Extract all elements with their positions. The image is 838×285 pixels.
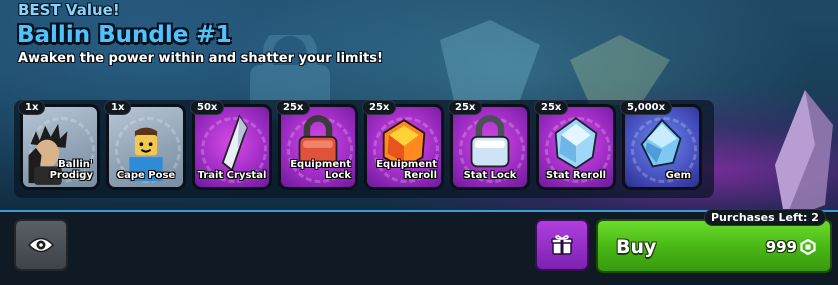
item-name: Gem bbox=[665, 170, 691, 181]
bundle-offer-panel: BEST Value! Ballin Bundle #1 Awaken the … bbox=[0, 0, 838, 285]
item-name: Equipment Lock bbox=[290, 159, 351, 181]
item-quantity: 5,000x bbox=[620, 100, 673, 115]
item-name: Stat Reroll bbox=[545, 170, 607, 181]
reward-item[interactable]: 25x Equipment Reroll bbox=[362, 100, 444, 190]
item-quantity: 50x bbox=[190, 100, 225, 115]
item-name: Equipment Reroll bbox=[376, 159, 437, 181]
large-crystal-decoration bbox=[775, 90, 833, 220]
buy-label: Buy bbox=[616, 236, 657, 258]
background-gem-icon bbox=[440, 20, 540, 105]
price-value: 999 bbox=[765, 238, 797, 256]
reward-item[interactable]: 50x Trait Crystal bbox=[190, 100, 272, 190]
purchases-left-badge: Purchases Left: 2 bbox=[704, 209, 826, 226]
item-quantity: 25x bbox=[276, 100, 311, 115]
item-quantity: 25x bbox=[448, 100, 483, 115]
background-crystal-icon bbox=[570, 35, 670, 105]
reward-item[interactable]: 25x Stat Reroll bbox=[534, 100, 616, 190]
bundle-subtitle: Awaken the power within and shatter your… bbox=[18, 51, 383, 66]
reward-list: 1x Ballin' Prodigy 1x Cape Pose 50x Trai… bbox=[18, 100, 702, 190]
buy-button[interactable]: Buy 999 bbox=[596, 219, 832, 273]
view-bundle-button[interactable] bbox=[14, 219, 68, 271]
gift-bundle-button[interactable] bbox=[535, 219, 589, 271]
best-value-label: BEST Value! bbox=[18, 1, 120, 19]
bundle-title: Ballin Bundle #1 bbox=[17, 22, 232, 48]
reward-item[interactable]: 1x Ballin' Prodigy bbox=[18, 100, 100, 190]
reward-item[interactable]: 25x Equipment Lock bbox=[276, 100, 358, 190]
reward-item[interactable]: 5,000x Gem bbox=[620, 100, 702, 190]
reward-item[interactable]: 25x Stat Lock bbox=[448, 100, 530, 190]
item-name: Trait Crystal bbox=[197, 170, 267, 181]
price-tag: 999 bbox=[766, 238, 816, 256]
item-name: Ballin' Prodigy bbox=[49, 159, 93, 181]
gift-icon bbox=[551, 235, 573, 255]
item-name: Cape Pose bbox=[116, 170, 176, 181]
item-quantity: 25x bbox=[362, 100, 397, 115]
item-quantity: 1x bbox=[104, 100, 132, 115]
item-quantity: 1x bbox=[18, 100, 46, 115]
robux-icon bbox=[800, 239, 816, 255]
item-quantity: 25x bbox=[534, 100, 569, 115]
eye-icon bbox=[28, 237, 54, 253]
item-name: Stat Lock bbox=[463, 170, 517, 181]
reward-item[interactable]: 1x Cape Pose bbox=[104, 100, 186, 190]
